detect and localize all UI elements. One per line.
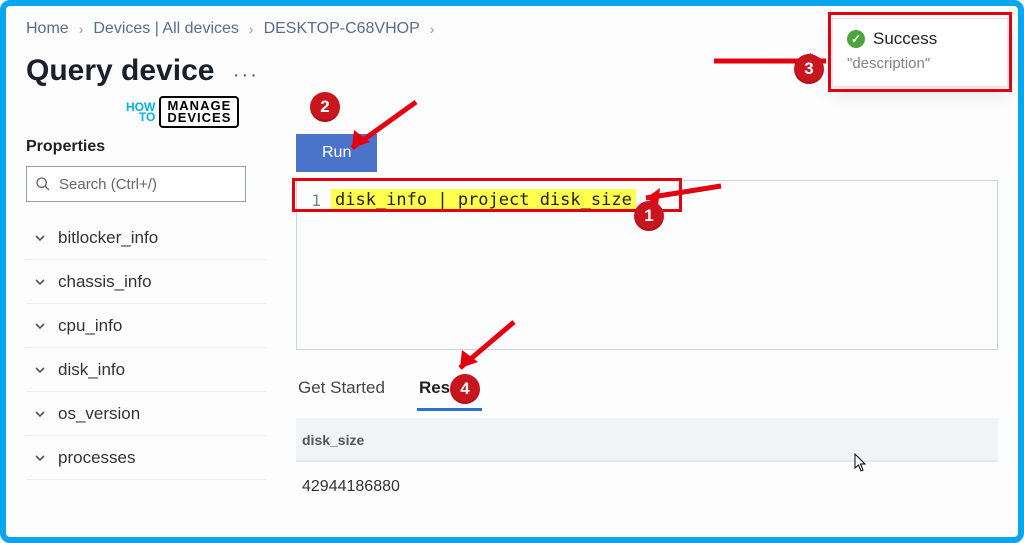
line-number: 1 (297, 191, 331, 210)
results-table: disk_size 42944186880 (296, 418, 998, 512)
watermark-logo: HOW TO MANAGE DEVICES (126, 96, 239, 128)
chevron-down-icon (34, 364, 46, 376)
search-placeholder: Search (Ctrl+/) (59, 176, 157, 193)
chevron-down-icon (34, 452, 46, 464)
page-title: Query device (26, 54, 214, 88)
toast-description: "description" (847, 55, 993, 72)
search-icon (35, 176, 51, 192)
chevron-down-icon (34, 408, 46, 420)
success-toast: ✓ Success "description" (832, 18, 1008, 87)
sidebar-item-label: disk_info (58, 360, 125, 380)
tab-get-started[interactable]: Get Started (296, 372, 387, 411)
chevron-down-icon (34, 276, 46, 288)
sidebar-item-bitlocker-info[interactable]: bitlocker_info (26, 216, 266, 260)
logo-devices: DEVICES (167, 112, 231, 124)
sidebar-item-chassis-info[interactable]: chassis_info (26, 260, 266, 304)
sidebar-item-cpu-info[interactable]: cpu_info (26, 304, 266, 348)
more-icon[interactable]: ··· (233, 64, 259, 87)
chevron-down-icon (34, 232, 46, 244)
chevron-right-icon: › (430, 21, 435, 37)
cursor-icon (854, 453, 868, 473)
annotation-arrow (706, 46, 846, 76)
sidebar-item-label: processes (58, 448, 135, 468)
run-button[interactable]: Run (296, 134, 377, 172)
sidebar-item-processes[interactable]: processes (26, 436, 266, 480)
search-input[interactable]: Search (Ctrl+/) (26, 166, 246, 202)
cell-disk-size-value: 42944186880 (296, 462, 998, 512)
sidebar-item-os-version[interactable]: os_version (26, 392, 266, 436)
annotation-callout-3: 3 (794, 54, 824, 84)
sidebar-item-label: chassis_info (58, 272, 152, 292)
annotation-callout-1: 1 (634, 201, 664, 231)
properties-panel: Properties Search (Ctrl+/) bitlocker_inf… (26, 138, 266, 537)
sidebar-item-label: os_version (58, 404, 140, 424)
column-header-disk-size[interactable]: disk_size (296, 418, 998, 462)
breadcrumb-devices[interactable]: Devices | All devices (93, 20, 239, 38)
check-circle-icon: ✓ (847, 30, 865, 48)
annotation-callout-2: 2 (310, 92, 340, 122)
breadcrumb-home[interactable]: Home (26, 20, 69, 38)
breadcrumb-device-name[interactable]: DESKTOP-C68VHOP (264, 20, 420, 38)
properties-heading: Properties (26, 138, 266, 156)
chevron-right-icon: › (249, 21, 254, 37)
sidebar-item-label: bitlocker_info (58, 228, 158, 248)
annotation-callout-4: 4 (450, 374, 480, 404)
query-code: disk_info | project disk_size (331, 189, 636, 211)
toast-title: Success (873, 29, 937, 49)
sidebar-item-disk-info[interactable]: disk_info (26, 348, 266, 392)
chevron-down-icon (34, 320, 46, 332)
sidebar-item-label: cpu_info (58, 316, 122, 336)
chevron-right-icon: › (79, 21, 84, 37)
